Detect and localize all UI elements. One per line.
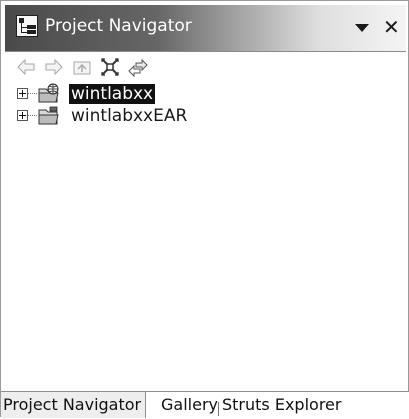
tab-separator	[218, 402, 219, 416]
up-icon[interactable]	[71, 56, 93, 78]
expand-toggle[interactable]	[17, 110, 28, 121]
view-title: Project Navigator	[45, 16, 192, 36]
tab-gallery[interactable]: Gallery	[161, 392, 218, 418]
navigator-toolbar	[5, 52, 406, 82]
tab-struts-explorer[interactable]: Struts Explorer	[222, 392, 341, 418]
tree-connector	[28, 93, 37, 94]
view-menu-icon[interactable]	[355, 24, 369, 32]
tree-item-label[interactable]: wintlabxx	[69, 84, 156, 104]
web-project-icon	[37, 83, 61, 105]
view-tab-strip: Project Navigator Gallery Struts Explore…	[1, 391, 409, 419]
project-navigator-view: Project Navigator ✕ wintlabxx wintlabxxE…	[0, 0, 409, 419]
ear-project-icon	[37, 105, 61, 127]
project-tree: wintlabxx wintlabxxEAR	[5, 83, 406, 383]
collapse-all-icon[interactable]	[99, 56, 121, 78]
tree-item-label[interactable]: wintlabxxEAR	[69, 106, 189, 126]
tree-item: wintlabxxEAR	[5, 105, 406, 127]
tab-project-navigator[interactable]: Project Navigator	[1, 392, 147, 418]
navigator-icon	[16, 15, 38, 37]
tree-connector	[28, 115, 37, 116]
link-with-editor-icon[interactable]	[127, 56, 149, 78]
view-title-bar[interactable]: Project Navigator ✕	[5, 5, 406, 52]
expand-toggle[interactable]	[17, 88, 28, 99]
close-icon[interactable]: ✕	[383, 15, 400, 39]
back-icon[interactable]	[15, 56, 37, 78]
forward-icon[interactable]	[43, 56, 65, 78]
tree-item: wintlabxx	[5, 83, 406, 105]
